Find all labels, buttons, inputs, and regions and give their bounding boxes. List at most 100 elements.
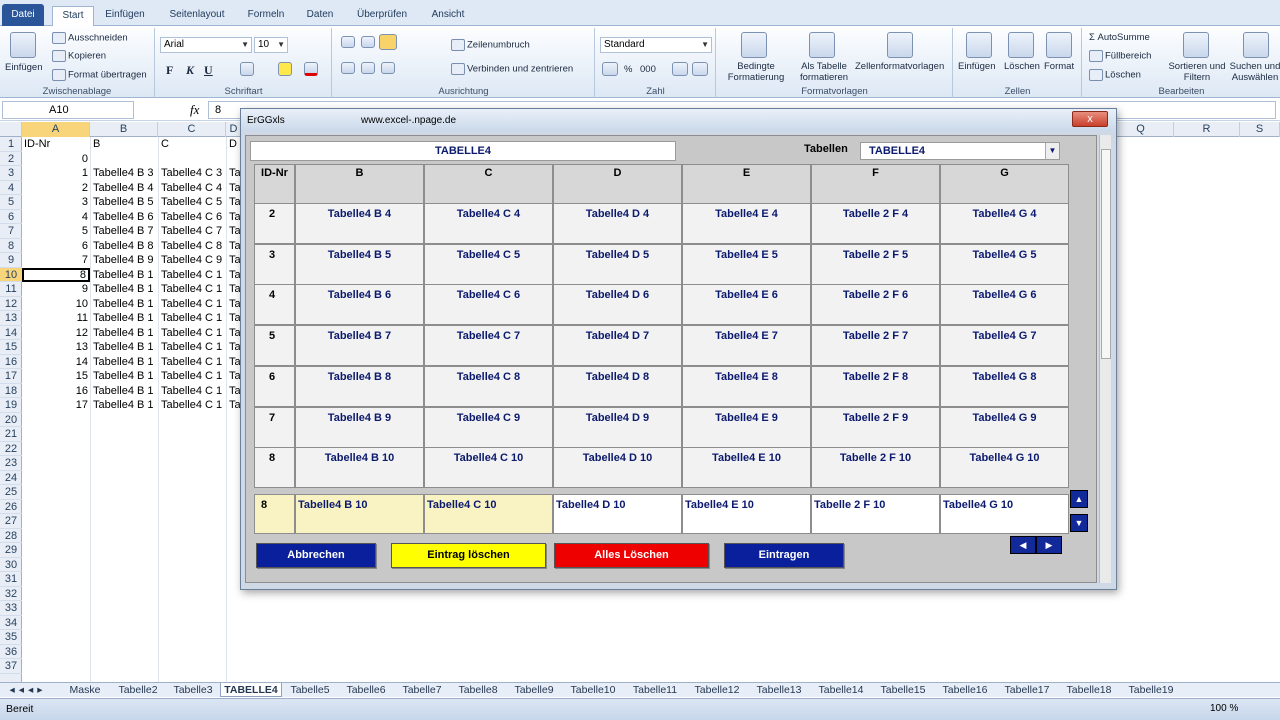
merge-center-button[interactable]: Verbinden und zentrieren <box>451 63 573 75</box>
grid-cell[interactable]: Tabelle4 C 1 <box>159 369 226 384</box>
row-header-36[interactable]: 36 <box>0 645 22 659</box>
record-cell[interactable]: Tabelle4 E 7 <box>682 325 811 367</box>
sheet-tab-tabelle15[interactable]: Tabelle15 <box>872 683 934 697</box>
record-cell[interactable]: Tabelle4 C 7 <box>424 325 553 367</box>
delete-cells-icon[interactable] <box>1008 32 1034 58</box>
grid-cell[interactable]: Ta <box>227 355 241 370</box>
grid-cell[interactable]: Tabelle4 C 4 <box>159 181 226 196</box>
dialog-titlebar[interactable]: ErGGxls www.excel-.npage.de x <box>241 109 1116 131</box>
grid-cell[interactable]: Ta <box>227 181 241 196</box>
grid-cell[interactable] <box>159 152 226 167</box>
grid-cell[interactable]: 16 <box>22 384 90 399</box>
record-cell[interactable]: Tabelle4 C 5 <box>424 243 553 285</box>
number-format-select[interactable]: Standard ▼ <box>600 37 712 53</box>
sheet-tab-tabelle14[interactable]: Tabelle14 <box>810 683 872 697</box>
grid-cell[interactable]: Tabelle4 C 1 <box>159 311 226 326</box>
edit-field-g[interactable]: Tabelle4 G 10 <box>940 494 1069 534</box>
edit-field-c[interactable]: Tabelle4 C 10 <box>424 494 553 534</box>
record-cell[interactable]: Tabelle4 C 4 <box>424 203 553 244</box>
record-cell[interactable]: 2 <box>254 203 295 244</box>
grid-cell[interactable]: Tabelle4 B 1 <box>91 311 158 326</box>
sheet-tab-tabelle2[interactable]: Tabelle2 <box>110 683 166 697</box>
row-header-37[interactable]: 37 <box>0 659 22 674</box>
grid-cell[interactable]: Ta <box>227 268 241 283</box>
font-name-select[interactable]: Arial ▼ <box>160 37 252 53</box>
paste-icon[interactable] <box>10 32 36 58</box>
grid-cell[interactable]: Tabelle4 C 8 <box>159 239 226 254</box>
grid-cell[interactable]: 17 <box>22 398 90 413</box>
row-header-20[interactable]: 20 <box>0 413 22 427</box>
record-cell[interactable]: Tabelle4 E 8 <box>682 365 811 407</box>
sheet-tab-tabelle10[interactable]: Tabelle10 <box>562 683 624 697</box>
name-box[interactable]: A10 <box>2 101 134 119</box>
row-header-27[interactable]: 27 <box>0 514 22 529</box>
record-cell[interactable]: Tabelle4 B 5 <box>295 243 424 285</box>
grid-cell[interactable]: Tabelle4 B 1 <box>91 282 158 297</box>
format-cells-icon[interactable] <box>1046 32 1072 58</box>
format-as-table-icon[interactable] <box>809 32 835 58</box>
record-cell[interactable]: 3 <box>254 243 295 285</box>
binoculars-icon[interactable] <box>1243 32 1269 58</box>
font-size-select[interactable]: 10 ▼ <box>254 37 288 53</box>
record-cell[interactable]: Tabelle4 B 7 <box>295 325 424 367</box>
sheet-tab-tabelle11[interactable]: Tabelle11 <box>624 683 686 697</box>
grid-cell[interactable]: Ta <box>227 166 241 181</box>
delete-entry-button[interactable]: Eintrag löschen <box>391 543 546 568</box>
row-header-8[interactable]: 8 <box>0 239 22 253</box>
grid-cell[interactable]: 14 <box>22 355 90 370</box>
record-cell[interactable]: 5 <box>254 325 295 367</box>
grid-cell[interactable]: Tabelle4 B 8 <box>91 239 158 254</box>
row-header-13[interactable]: 13 <box>0 311 22 326</box>
format-as-table-button[interactable]: Als Tabelle formatieren <box>793 61 855 83</box>
row-header-26[interactable]: 26 <box>0 500 22 514</box>
sheet-tab-tabelle12[interactable]: Tabelle12 <box>686 683 748 697</box>
grid-cell[interactable]: Tabelle4 C 1 <box>159 268 226 283</box>
sheet-tab-tabelle4[interactable]: TABELLE4 <box>220 683 282 697</box>
row-header-17[interactable]: 17 <box>0 369 22 384</box>
row-header-30[interactable]: 30 <box>0 558 22 572</box>
grid-cell[interactable]: Tabelle4 C 1 <box>159 355 226 370</box>
grid-cell[interactable]: Ta <box>227 282 241 297</box>
function-icon[interactable]: fx <box>190 102 199 118</box>
record-cell[interactable]: Tabelle4 D 4 <box>553 203 682 244</box>
percent-button[interactable]: % <box>624 64 632 75</box>
record-cell[interactable]: Tabelle 2 F 8 <box>811 365 940 407</box>
conditional-format-button[interactable]: Bedingte Formatierung <box>721 61 791 83</box>
delete-cells-button[interactable]: Löschen <box>1004 61 1040 72</box>
grid-cell[interactable]: Ta <box>227 384 241 399</box>
record-cell[interactable]: Tabelle 2 F 10 <box>811 447 940 489</box>
grid-cell[interactable]: D <box>227 137 241 152</box>
scroll-thumb[interactable] <box>1101 149 1111 359</box>
grid-cell[interactable]: Tabelle4 B 9 <box>91 253 158 268</box>
record-cell[interactable]: Tabelle4 E 9 <box>682 406 811 448</box>
grid-cell[interactable]: 8 <box>22 267 90 282</box>
edit-field-id[interactable]: 8 <box>254 494 295 534</box>
tables-select[interactable]: TABELLE4 ▼ <box>860 142 1060 160</box>
grid-cell[interactable]: Tabelle4 B 1 <box>91 355 158 370</box>
record-cell[interactable]: Tabelle 2 F 7 <box>811 325 940 367</box>
row-header-33[interactable]: 33 <box>0 601 22 616</box>
record-cell[interactable]: Tabelle4 C 6 <box>424 284 553 326</box>
grid-cell[interactable]: Tabelle4 C 1 <box>159 326 226 341</box>
clear-button[interactable]: Löschen <box>1089 69 1141 81</box>
record-cell[interactable]: Tabelle4 E 10 <box>682 447 811 489</box>
edit-field-d[interactable]: Tabelle4 D 10 <box>553 494 682 534</box>
tab-insert[interactable]: Einfügen <box>100 6 150 26</box>
record-cell[interactable]: Tabelle4 G 6 <box>940 284 1069 326</box>
row-header-6[interactable]: 6 <box>0 210 22 224</box>
row-header-4[interactable]: 4 <box>0 181 22 195</box>
fill-button[interactable]: Füllbereich <box>1089 50 1151 62</box>
grid-cell[interactable]: B <box>91 137 158 152</box>
row-header-16[interactable]: 16 <box>0 355 22 369</box>
row-header-2[interactable]: 2 <box>0 152 22 166</box>
wrap-text-button[interactable]: Zeilenumbruch <box>451 39 530 51</box>
grid-cell[interactable]: 5 <box>22 224 90 239</box>
scroll-down-button[interactable]: ▼ <box>1070 514 1088 532</box>
record-cell[interactable]: Tabelle4 B 10 <box>295 447 424 489</box>
record-cell[interactable]: Tabelle4 E 6 <box>682 284 811 326</box>
record-cell[interactable]: Tabelle 2 F 4 <box>811 203 940 244</box>
record-cell[interactable]: Tabelle4 G 10 <box>940 447 1069 489</box>
currency-icon[interactable] <box>602 62 618 76</box>
select-all-corner[interactable] <box>0 122 22 137</box>
grid-cell[interactable]: Tabelle4 C 9 <box>159 253 226 268</box>
